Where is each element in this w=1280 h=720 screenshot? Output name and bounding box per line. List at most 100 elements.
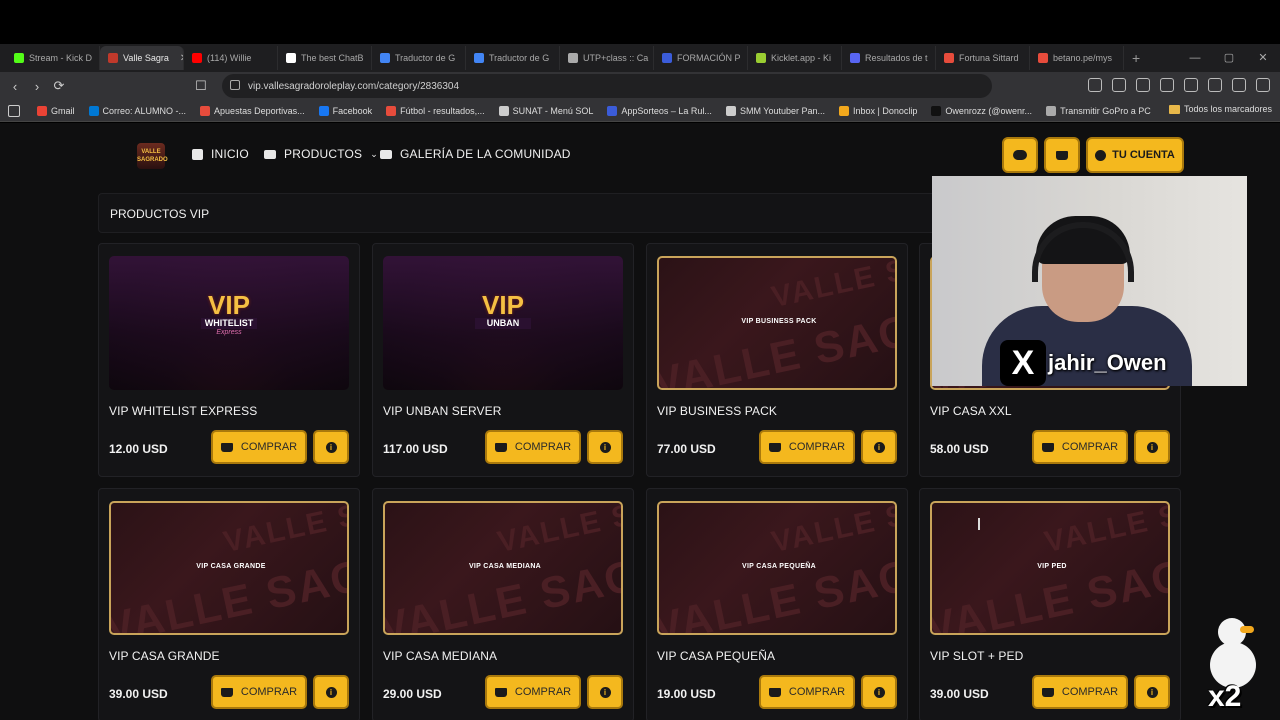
bookmark-item[interactable]: Transmitir GoPro a PC: [1041, 105, 1156, 116]
info-icon: i: [325, 686, 337, 698]
forward-icon[interactable]: ›: [26, 79, 48, 94]
buy-button[interactable]: COMPRAR: [1032, 675, 1128, 709]
bookmark-favicon-icon: [200, 105, 211, 116]
buy-button[interactable]: COMPRAR: [211, 430, 307, 464]
buy-button[interactable]: COMPRAR: [211, 675, 307, 709]
product-price: 117.00 USD: [383, 442, 448, 456]
browser-tab[interactable]: betano.pe/mys: [1030, 46, 1124, 70]
info-icon: i: [599, 686, 611, 698]
product-image[interactable]: VALLE SAGRADO VALLE SAGRADO VIP PED: [930, 501, 1170, 635]
buy-button[interactable]: COMPRAR: [485, 675, 581, 709]
tab-label: Kicklet.app - Ki: [771, 53, 832, 63]
site-logo[interactable]: VALLE SAGRADO: [137, 143, 168, 169]
product-info-button[interactable]: i: [313, 675, 349, 709]
product-image[interactable]: VALLE SAGRADO VALLE SAGRADO VIP CASA MED…: [383, 501, 623, 635]
apps-grid-icon[interactable]: [8, 104, 20, 117]
product-info-button[interactable]: i: [587, 430, 623, 464]
product-info-button[interactable]: i: [313, 430, 349, 464]
all-bookmarks-folder[interactable]: Todos los marcadores: [1168, 104, 1272, 114]
product-card: VALLE SAGRADO VALLE SAGRADO VIP CASA PEQ…: [646, 488, 908, 720]
browser-tab[interactable]: Kicklet.app - Ki: [748, 46, 842, 70]
product-image[interactable]: VIP WHITELIST Express: [109, 256, 349, 390]
cart-button[interactable]: [1044, 137, 1080, 173]
bookmarks-bar: Gmail Correo: ALUMNO -... Apuestas Deporti…: [0, 100, 1280, 122]
product-image[interactable]: VALLE SAGRADO VALLE SAGRADO VIP BUSINESS…: [657, 256, 897, 390]
folder-icon: [264, 149, 276, 159]
cart-icon: [494, 687, 507, 697]
tab-favicon-icon: [568, 53, 578, 63]
menu-icon[interactable]: [1256, 78, 1270, 92]
browser-tab[interactable]: Fortuna Sittard: [936, 46, 1030, 70]
bookmark-item[interactable]: AppSorteos – La Rul...: [602, 105, 717, 116]
extension-icon[interactable]: [1232, 78, 1246, 92]
bookmark-item[interactable]: Correo: ALUMNO -...: [84, 105, 192, 116]
bookmark-item[interactable]: SUNAT - Menú SOL: [494, 105, 599, 116]
reload-icon[interactable]: ⟳: [48, 78, 70, 94]
vip-badge-tag: Express: [216, 329, 242, 336]
browser-tab[interactable]: Stream - Kick D: [6, 46, 100, 70]
discord-button[interactable]: [1002, 137, 1038, 173]
buy-button[interactable]: COMPRAR: [759, 675, 855, 709]
url-input[interactable]: vip.vallesagradoroleplay.com/category/28…: [222, 74, 992, 98]
info-icon: i: [599, 441, 611, 453]
new-tab-button[interactable]: +: [1132, 50, 1140, 66]
extension-icon[interactable]: [1112, 78, 1126, 92]
browser-tab[interactable]: Valle Sagra✕: [100, 46, 184, 70]
product-info-button[interactable]: i: [1134, 675, 1170, 709]
product-image[interactable]: VALLE SAGRADO VALLE SAGRADO VIP CASA PEQ…: [657, 501, 897, 635]
tab-label: Fortuna Sittard: [959, 53, 1019, 63]
window-controls: — ▢ ✕: [1178, 44, 1280, 72]
nav-gallery[interactable]: GALERÍA DE LA COMUNIDAD: [380, 147, 571, 161]
bookmark-item[interactable]: Inbox | Donoclip: [834, 105, 922, 116]
product-info-button[interactable]: i: [1134, 430, 1170, 464]
buy-button[interactable]: COMPRAR: [759, 430, 855, 464]
site-info-icon[interactable]: [230, 80, 240, 90]
browser-tab[interactable]: Traductor de G: [372, 46, 466, 70]
close-window-icon[interactable]: ✕: [1246, 44, 1280, 72]
minimize-icon[interactable]: —: [1178, 44, 1212, 72]
account-button[interactable]: TU CUENTA: [1086, 137, 1184, 173]
all-bookmarks-label: Todos los marcadores: [1183, 104, 1272, 114]
cart-icon: [768, 442, 781, 452]
bookmark-item[interactable]: Gmail: [32, 105, 80, 116]
bookmark-item[interactable]: Fútbol - resultados,...: [381, 105, 490, 116]
bookmark-item[interactable]: SMM Youtuber Pan...: [721, 105, 830, 116]
product-info-button[interactable]: i: [587, 675, 623, 709]
browser-tab[interactable]: (114) Willie: [184, 46, 278, 70]
nav-products[interactable]: PRODUCTOS ⌄: [264, 147, 378, 161]
bookmark-item[interactable]: Apuestas Deportivas...: [195, 105, 310, 116]
cart-icon: [1056, 150, 1068, 160]
extension-icon[interactable]: [1208, 78, 1222, 92]
browser-tab[interactable]: UTP+class :: Ca: [560, 46, 654, 70]
extension-icon[interactable]: [1184, 78, 1198, 92]
bookmark-item[interactable]: Owenrozz (@owenr...: [926, 105, 1037, 116]
product-name: VIP CASA GRANDE: [109, 649, 220, 663]
product-info-button[interactable]: i: [861, 430, 897, 464]
bookmark-icon[interactable]: ☐: [190, 78, 212, 94]
browser-tab[interactable]: Resultados de t: [842, 46, 936, 70]
info-icon: i: [1146, 686, 1158, 698]
product-image[interactable]: VALLE SAGRADO VALLE SAGRADO VIP CASA GRA…: [109, 501, 349, 635]
tab-favicon-icon: [662, 53, 672, 63]
extension-icon[interactable]: [1160, 78, 1174, 92]
browser-tab[interactable]: The best ChatB: [278, 46, 372, 70]
buy-button[interactable]: COMPRAR: [485, 430, 581, 464]
bookmark-item[interactable]: Facebook: [314, 105, 378, 116]
extension-icon[interactable]: [1136, 78, 1150, 92]
bookmark-favicon-icon: [931, 105, 942, 116]
back-icon[interactable]: ‹: [4, 79, 26, 94]
bookmark-label: Transmitir GoPro a PC: [1060, 105, 1151, 116]
nav-home[interactable]: INICIO: [192, 147, 249, 161]
info-icon: i: [325, 441, 337, 453]
browser-tab[interactable]: FORMACIÓN P: [654, 46, 748, 70]
extension-icon[interactable]: [1088, 78, 1102, 92]
duck-beak: [1240, 626, 1254, 633]
product-name: VIP CASA XXL: [930, 404, 1012, 418]
maximize-icon[interactable]: ▢: [1212, 44, 1246, 72]
product-image[interactable]: VIP UNBAN: [383, 256, 623, 390]
browser-tab[interactable]: Traductor de G: [466, 46, 560, 70]
buy-button[interactable]: COMPRAR: [1032, 430, 1128, 464]
product-name: VIP WHITELIST EXPRESS: [109, 404, 258, 418]
product-info-button[interactable]: i: [861, 675, 897, 709]
tab-label: UTP+class :: Ca: [583, 53, 649, 63]
